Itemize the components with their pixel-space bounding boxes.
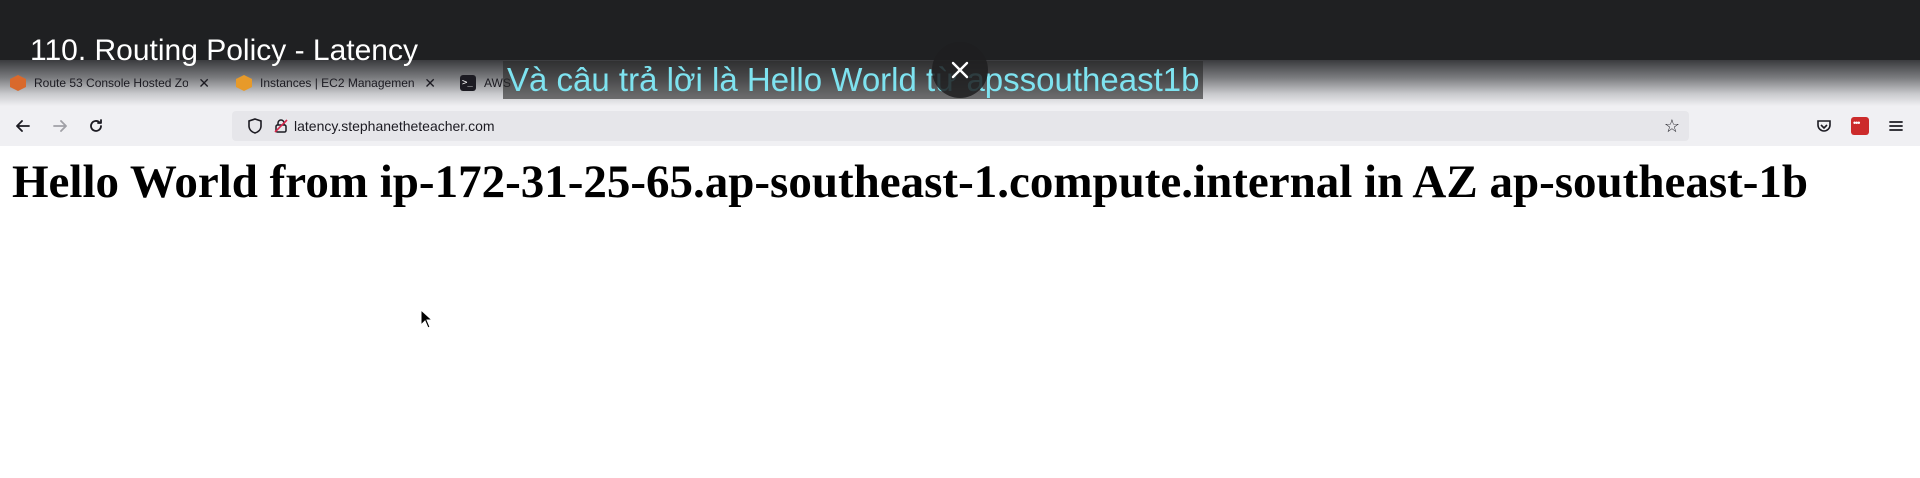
extension-icon (1851, 117, 1869, 135)
arrow-right-icon (53, 120, 67, 132)
page-heading: Hello World from ip-172-31-25-65.ap-sout… (12, 156, 1809, 208)
reload-icon (90, 119, 102, 132)
lock-icon[interactable] (272, 117, 290, 135)
close-icon[interactable]: ✕ (198, 75, 210, 92)
close-icon[interactable]: ✕ (424, 75, 436, 92)
hamburger-menu-icon (1889, 121, 1903, 131)
reload-button[interactable] (84, 114, 108, 138)
url-text[interactable]: latency.stephanetheteacher.com (294, 118, 495, 134)
overlay-close-button[interactable] (932, 42, 988, 98)
pocket-button[interactable] (1812, 114, 1836, 138)
mouse-cursor-icon (420, 309, 434, 329)
url-bar[interactable]: latency.stephanetheteacher.com ☆ (232, 111, 1689, 141)
navigation-toolbar: latency.stephanetheteacher.com ☆ (0, 106, 1920, 146)
back-button[interactable] (11, 114, 35, 138)
extension-button[interactable] (1848, 114, 1872, 138)
forward-button[interactable] (48, 114, 72, 138)
tab-route53[interactable]: Route 53 Console Hosted Zones ✕ (10, 70, 210, 96)
ec2-icon (236, 75, 252, 91)
terminal-icon (460, 75, 476, 91)
bookmark-star-icon[interactable]: ☆ (1661, 115, 1683, 137)
pocket-icon (1817, 120, 1831, 132)
shield-icon[interactable] (246, 117, 264, 135)
video-title: 110. Routing Policy - Latency (30, 34, 418, 67)
tab-label: Instances | EC2 Management Co (260, 76, 415, 90)
tab-label: Route 53 Console Hosted Zones (34, 76, 189, 90)
menu-button[interactable] (1884, 114, 1908, 138)
arrow-left-icon (16, 120, 30, 132)
close-icon (951, 61, 969, 79)
route53-icon (10, 75, 26, 91)
tab-ec2[interactable]: Instances | EC2 Management Co ✕ (236, 70, 436, 96)
subtitle-caption: Và câu trả lời là Hello World từ apssout… (503, 61, 1204, 99)
